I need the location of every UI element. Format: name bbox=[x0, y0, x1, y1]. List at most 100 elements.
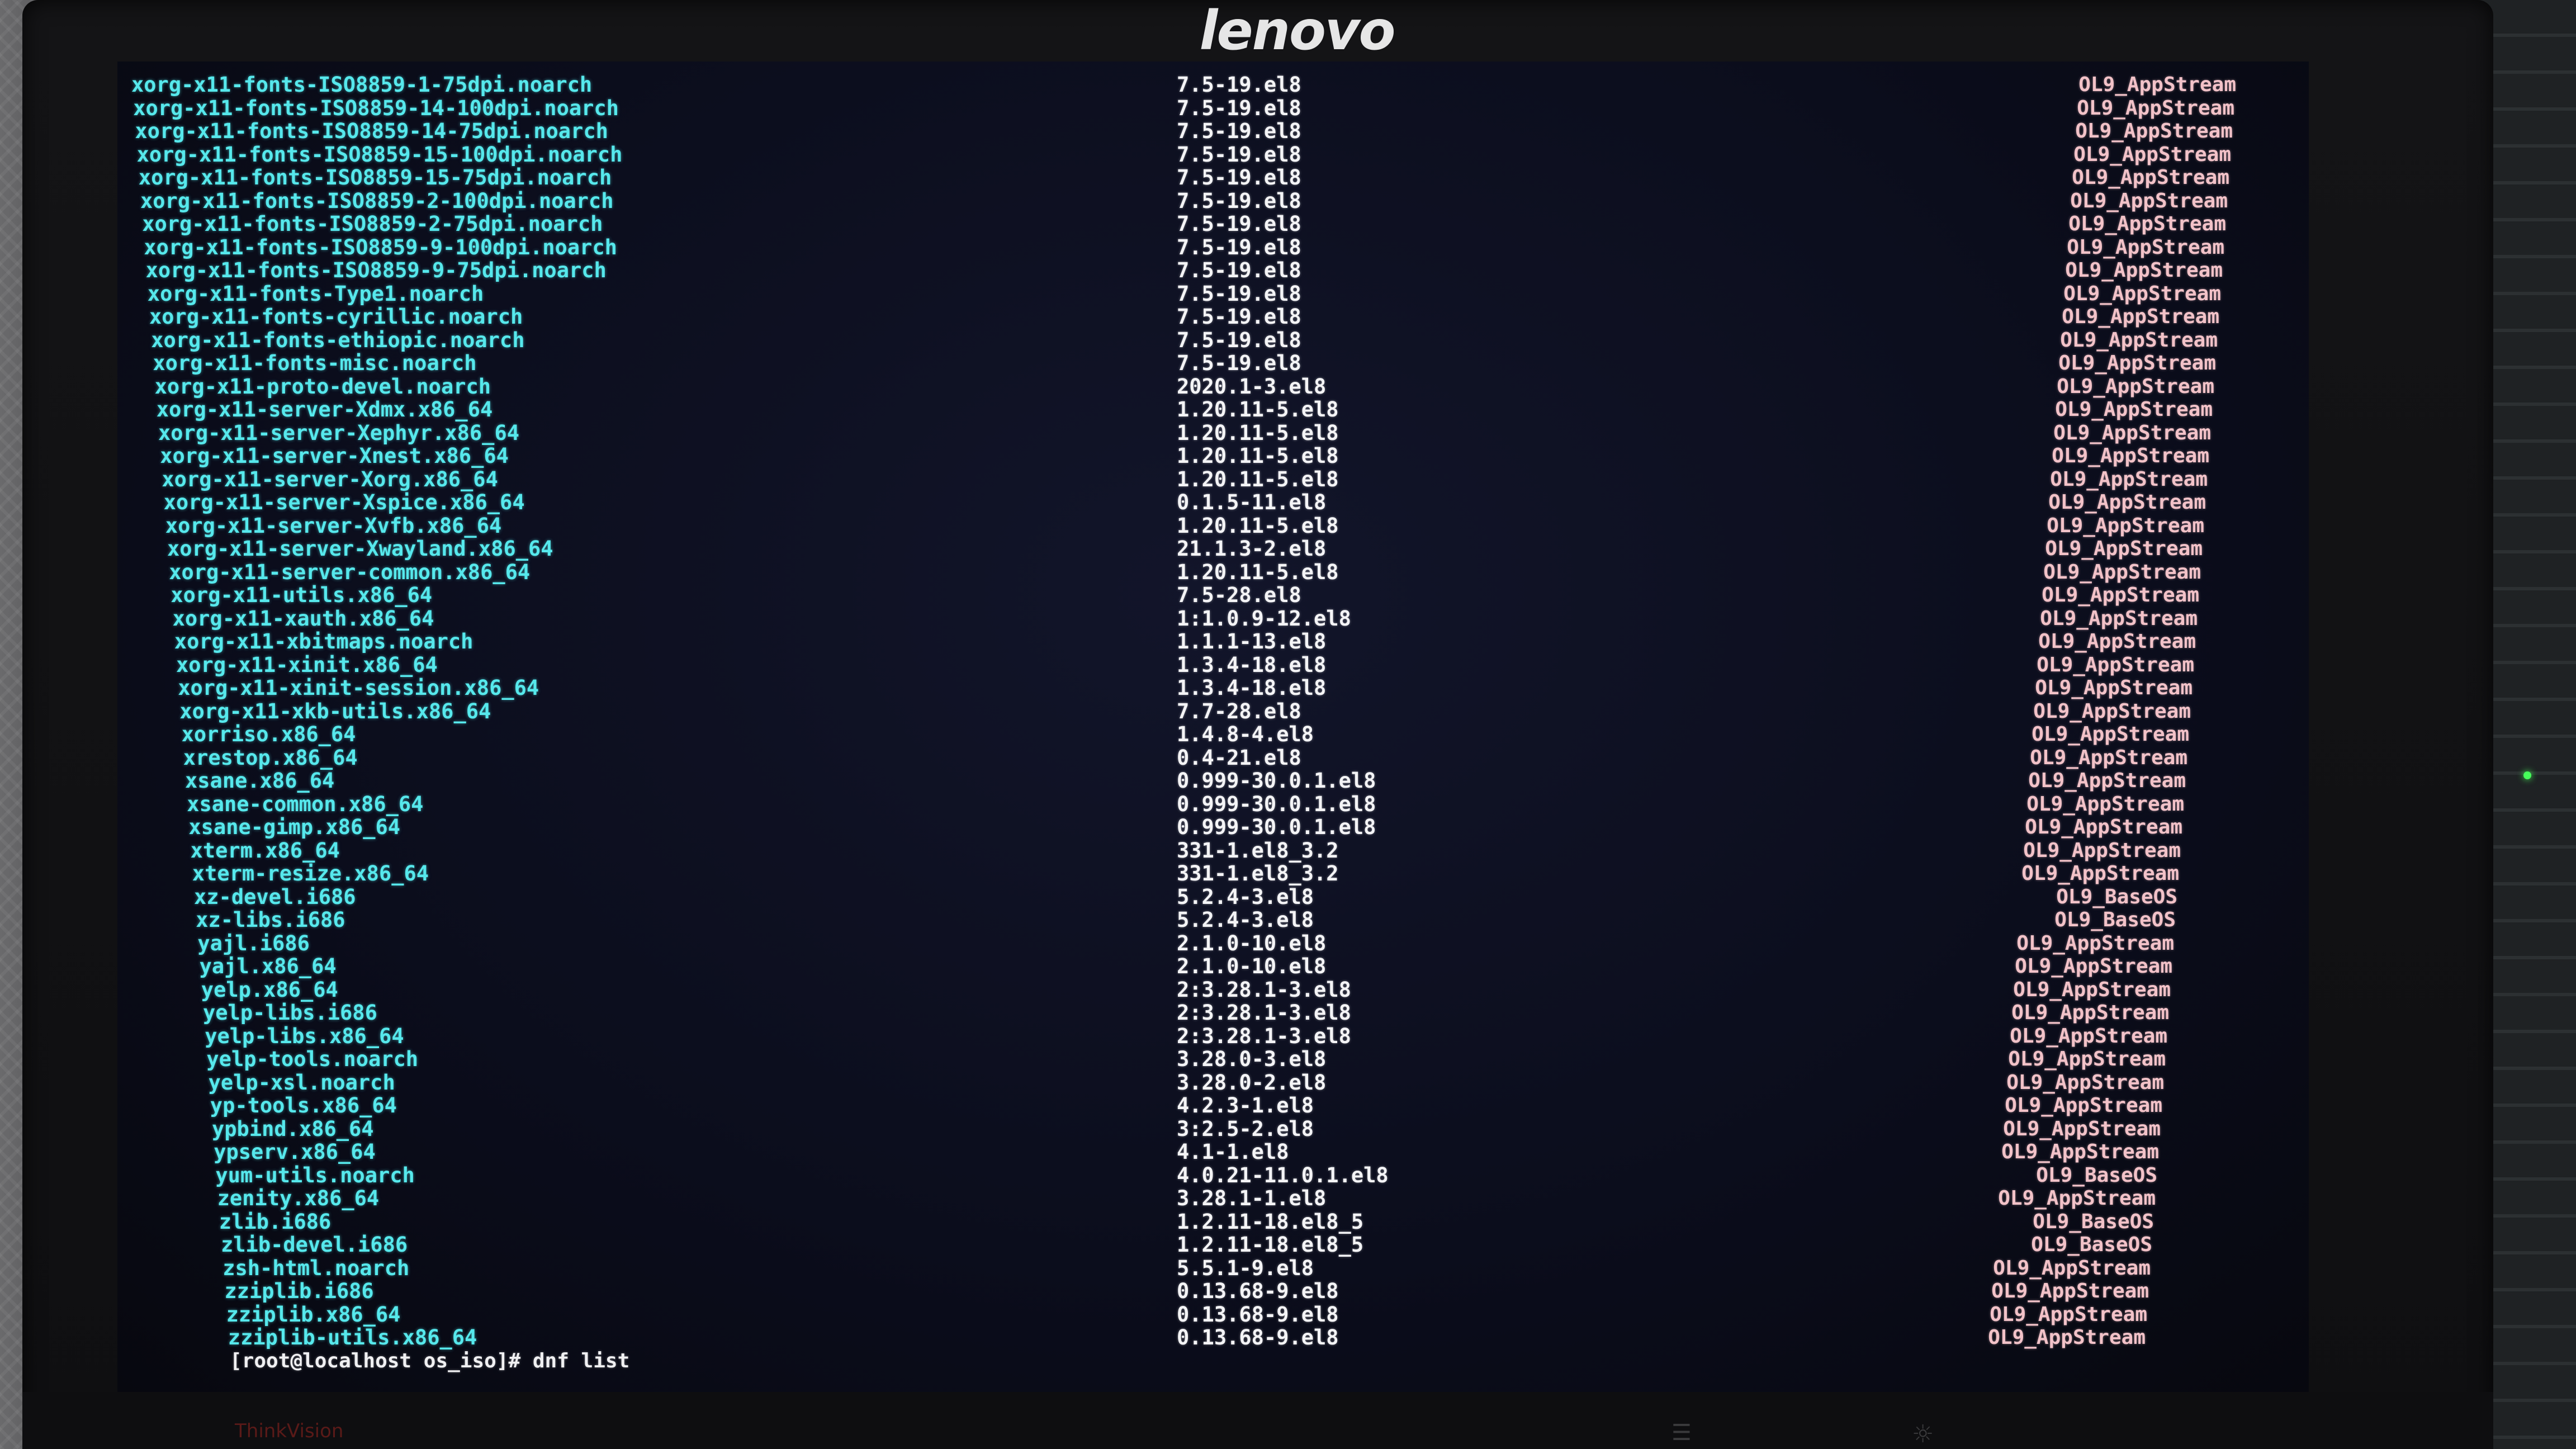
table-row: yajl.i686 2.1.0-10.el8 OL9_AppStream bbox=[117, 931, 2309, 956]
table-row: yajl.x86_64 2.1.0-10.el8 OL9_AppStream bbox=[117, 954, 2309, 979]
shell-prompt[interactable]: [root@localhost os_iso]# dnf list bbox=[230, 1349, 629, 1374]
table-row: xz-devel.i686 5.2.4-3.el8 OL9_BaseOS bbox=[117, 885, 2309, 910]
terminal-screen[interactable]: xorg-x11-fonts-ISO8859-1-75dpi.noarch 7.5… bbox=[117, 61, 2309, 1392]
table-row: xorg-x11-server-common.x86_64 1.20.11-5.e… bbox=[117, 560, 2309, 585]
package-repo: OL9_AppStream bbox=[2010, 1024, 2167, 1048]
table-row: xrestop.x86_64 0.4-21.el8 OL9_AppStream bbox=[117, 746, 2309, 770]
package-version: 2.1.0-10.el8 bbox=[1177, 954, 1327, 978]
package-version: 1:1.0.9-12.el8 bbox=[1177, 606, 1351, 631]
package-version: 1.20.11-5.el8 bbox=[1177, 513, 1339, 538]
package-version: 1.20.11-5.el8 bbox=[1177, 397, 1339, 422]
package-repo: OL9_AppStream bbox=[2005, 1094, 2162, 1117]
package-repo: OL9_AppStream bbox=[1998, 1187, 2156, 1210]
table-row: xorg-x11-fonts-ISO8859-9-100dpi.noarch 7.… bbox=[117, 235, 2309, 260]
table-row: zlib.i686 1.2.11-18.el8_5 OL9_BaseOS bbox=[117, 1210, 2309, 1234]
table-row: xorg-x11-server-Xvfb.x86_64 1.20.11-5.el8… bbox=[117, 514, 2309, 538]
package-version: 7.5-19.el8 bbox=[1177, 165, 1301, 190]
package-repo: OL9_AppStream bbox=[2055, 398, 2213, 421]
package-repo: OL9_AppStream bbox=[2028, 769, 2186, 792]
table-row: xsane-common.x86_64 0.999-30.0.1.el8 OL9_A… bbox=[117, 792, 2309, 817]
package-version: 331-1.el8_3.2 bbox=[1177, 838, 1339, 863]
package-version: 1.20.11-5.el8 bbox=[1177, 560, 1339, 584]
package-name: xorg-x11-server-Xnest.x86_64 bbox=[160, 444, 509, 468]
package-repo: OL9_AppStream bbox=[1993, 1256, 2151, 1280]
package-repo: OL9_AppStream bbox=[2048, 491, 2206, 514]
package-name: xz-libs.i686 bbox=[196, 908, 345, 932]
table-row: xorg-x11-fonts-ISO8859-2-100dpi.noarch 7.… bbox=[117, 189, 2309, 214]
package-name: xorg-x11-server-Xwayland.x86_64 bbox=[167, 537, 553, 561]
package-version: 2:3.28.1-3.el8 bbox=[1177, 1024, 1351, 1048]
menu-icon[interactable]: ☰ bbox=[1671, 1420, 1692, 1446]
package-name: xorg-x11-fonts-ISO8859-15-100dpi.noarch bbox=[136, 142, 623, 167]
package-repo: OL9_AppStream bbox=[2015, 955, 2172, 978]
package-repo: OL9_AppStream bbox=[2033, 699, 2191, 723]
package-repo: OL9_AppStream bbox=[2035, 676, 2193, 699]
package-repo: OL9_BaseOS bbox=[2054, 908, 2176, 931]
package-repo: OL9_AppStream bbox=[2070, 189, 2228, 212]
table-row: xz-libs.i686 5.2.4-3.el8 OL9_BaseOS bbox=[117, 908, 2309, 932]
package-name: zlib.i686 bbox=[219, 1209, 332, 1234]
package-version: 7.5-19.el8 bbox=[1177, 305, 1301, 329]
package-repo: OL9_AppStream bbox=[2040, 607, 2198, 630]
package-repo: OL9_BaseOS bbox=[2031, 1233, 2152, 1256]
package-version: 5.5.1-9.el8 bbox=[1177, 1256, 1314, 1280]
package-version: 7.5-19.el8 bbox=[1177, 96, 1301, 120]
package-repo: OL9_AppStream bbox=[2050, 467, 2208, 491]
table-row: xorriso.x86_64 1.4.8-4.el8 OL9_AppStream bbox=[117, 722, 2309, 747]
package-name: xorg-x11-fonts-ISO8859-9-75dpi.noarch bbox=[145, 258, 607, 282]
monitor-bottom-bar bbox=[22, 1392, 2493, 1449]
package-version: 0.999-30.0.1.el8 bbox=[1177, 815, 1376, 839]
package-version: 7.7-28.el8 bbox=[1177, 699, 1301, 723]
package-name: zziplib.i686 bbox=[224, 1279, 374, 1303]
package-version: 1.2.11-18.el8_5 bbox=[1177, 1209, 1364, 1234]
package-name: xorg-x11-xkb-utils.x86_64 bbox=[179, 699, 491, 723]
package-version: 5.2.4-3.el8 bbox=[1177, 884, 1314, 909]
package-name: xorg-x11-fonts-ISO8859-1-75dpi.noarch bbox=[131, 73, 593, 97]
package-name: zziplib.x86_64 bbox=[226, 1302, 401, 1327]
package-name: xorg-x11-fonts-cyrillic.noarch bbox=[149, 305, 523, 329]
table-row: yum-utils.noarch 4.0.21-11.0.1.el8 OL9_Bas… bbox=[117, 1163, 2309, 1188]
package-repo: OL9_AppStream bbox=[2032, 723, 2189, 746]
package-repo: OL9_AppStream bbox=[2026, 792, 2184, 816]
package-repo: OL9_AppStream bbox=[2025, 816, 2182, 839]
package-name: xterm.x86_64 bbox=[190, 838, 340, 863]
table-row: xorg-x11-fonts-ethiopic.noarch 7.5-19.el8… bbox=[117, 328, 2309, 353]
package-repo: OL9_AppStream bbox=[2016, 931, 2174, 955]
package-name: xorg-x11-fonts-ISO8859-14-100dpi.noarch bbox=[133, 96, 619, 120]
table-row: ypbind.x86_64 3:2.5-2.el8 OL9_AppStream bbox=[117, 1117, 2309, 1142]
package-version: 7.5-19.el8 bbox=[1177, 212, 1301, 236]
package-name: ypbind.x86_64 bbox=[212, 1116, 374, 1141]
package-version: 1.4.8-4.el8 bbox=[1177, 722, 1314, 746]
gear-icon[interactable]: ☼ bbox=[1912, 1420, 1934, 1448]
package-version: 7.5-19.el8 bbox=[1177, 119, 1301, 143]
table-row: zziplib-utils.x86_64 0.13.68-9.el8 OL9_App… bbox=[117, 1325, 2309, 1350]
package-repo: OL9_AppStream bbox=[2037, 653, 2194, 676]
package-name: xorg-x11-fonts-Type1.noarch bbox=[147, 281, 484, 306]
table-row: xorg-x11-fonts-ISO8859-15-75dpi.noarch 7.… bbox=[117, 165, 2309, 190]
package-repo: OL9_BaseOS bbox=[2033, 1210, 2154, 1233]
package-version: 2020.1-3.el8 bbox=[1177, 374, 1327, 399]
table-row: zsh-html.noarch 5.5.1-9.el8 OL9_AppStream bbox=[117, 1256, 2309, 1281]
package-version: 3.28.0-2.el8 bbox=[1177, 1070, 1327, 1095]
table-row: xorg-x11-xbitmaps.noarch 1.1.1-13.el8 OL9_… bbox=[117, 629, 2309, 654]
package-version: 0.999-30.0.1.el8 bbox=[1177, 792, 1376, 816]
table-row: xorg-x11-fonts-ISO8859-9-75dpi.noarch 7.5… bbox=[117, 258, 2309, 283]
package-version: 2.1.0-10.el8 bbox=[1177, 931, 1327, 955]
package-version: 4.1-1.el8 bbox=[1177, 1140, 1289, 1164]
package-repo: OL9_AppStream bbox=[2068, 212, 2226, 235]
package-name: xorg-x11-fonts-ISO8859-9-100dpi.noarch bbox=[144, 235, 617, 259]
table-row: xterm-resize.x86_64 331-1.el8_3.2 OL9_AppS… bbox=[117, 861, 2309, 886]
package-repo: OL9_AppStream bbox=[2078, 73, 2236, 96]
table-row: yp-tools.x86_64 4.2.3-1.el8 OL9_AppStream bbox=[117, 1093, 2309, 1118]
package-repo: OL9_AppStream bbox=[2060, 328, 2218, 352]
package-repo: OL9_AppStream bbox=[2023, 839, 2181, 862]
package-repo: OL9_AppStream bbox=[2053, 421, 2211, 444]
table-row: xsane-gimp.x86_64 0.999-30.0.1.el8 OL9_App… bbox=[117, 815, 2309, 840]
package-repo: OL9_BaseOS bbox=[2056, 885, 2177, 908]
package-repo: OL9_AppStream bbox=[2003, 1117, 2161, 1140]
table-row: xorg-x11-fonts-cyrillic.noarch 7.5-19.el8… bbox=[117, 305, 2309, 329]
package-repo: OL9_AppStream bbox=[2077, 96, 2234, 120]
table-row: xorg-x11-fonts-ISO8859-2-75dpi.noarch 7.5… bbox=[117, 212, 2309, 236]
brand-logo: lenovo bbox=[1199, 0, 1396, 62]
package-name: xorg-x11-fonts-ISO8859-14-75dpi.noarch bbox=[135, 119, 608, 143]
